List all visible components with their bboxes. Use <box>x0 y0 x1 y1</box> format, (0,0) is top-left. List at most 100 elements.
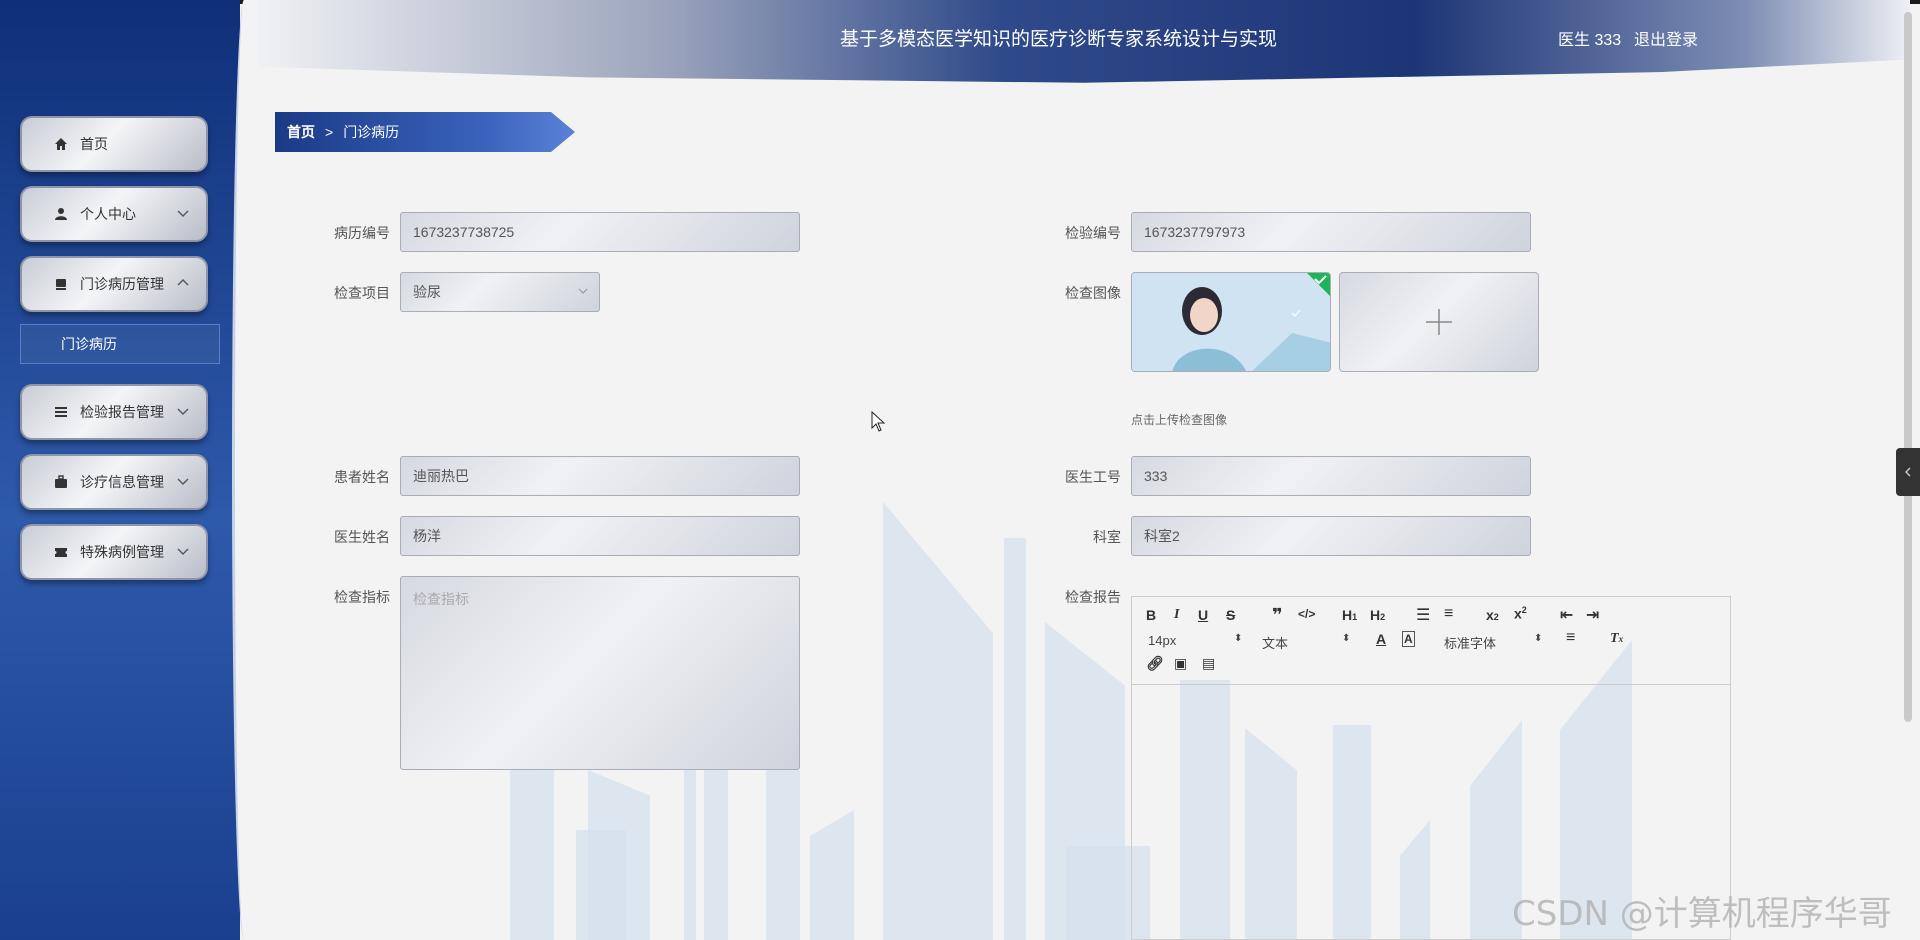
bg-building <box>588 770 650 940</box>
font-size-select[interactable]: 14px ⬍ <box>1148 633 1248 648</box>
breadcrumb-current: 门诊病历 <box>343 124 400 140</box>
sidebar-item-label: 特殊病例管理 <box>80 544 164 560</box>
link-icon[interactable]: 🔗︎ <box>1146 655 1164 672</box>
user-name: 医生 333 <box>1558 32 1622 49</box>
sidebar-item-label: 门诊病历管理 <box>80 276 164 292</box>
bullet-list-icon[interactable]: ≡ <box>1444 605 1453 623</box>
patient-name-field[interactable]: 迪丽热巴 <box>400 456 800 496</box>
chevron-down-icon <box>177 210 189 217</box>
upload-tip: 点击上传检查图像 <box>1131 413 1228 427</box>
record-icon <box>52 275 70 293</box>
portrait-image <box>1132 273 1330 371</box>
doctor-id-field[interactable]: 333 <box>1131 456 1531 496</box>
font-family-value: 标准字体 <box>1444 636 1497 651</box>
logout-link[interactable]: 退出登录 <box>1634 26 1698 50</box>
sidebar-item-profile[interactable]: 个人中心 <box>20 186 208 242</box>
sidebar-item-label: 个人中心 <box>80 206 136 222</box>
exam-no-field[interactable]: 1673237797973 <box>1131 212 1531 252</box>
user-icon <box>52 205 70 223</box>
exam-image-label: 检查图像 <box>1065 285 1121 301</box>
report-label: 检查报告 <box>1065 589 1121 605</box>
patient-label: 患者姓名 <box>334 469 390 485</box>
code-icon[interactable]: </> <box>1298 607 1315 621</box>
bg-building <box>684 760 696 940</box>
subscript-icon[interactable]: x2 <box>1486 607 1499 623</box>
select-arrows-icon: ⬍ <box>1234 633 1243 644</box>
sidebar: 首页 个人中心 门诊病历管理 门诊病历 检验报告管理 诊疗信息管理 特殊病例管理 <box>0 0 240 940</box>
list-icon <box>52 403 70 421</box>
doctor-id-label: 医生工号 <box>1065 469 1121 485</box>
chevron-down-icon <box>177 408 189 415</box>
outdent-icon[interactable]: ⇤ <box>1560 605 1573 625</box>
clear-format-icon[interactable]: Tx <box>1610 631 1623 647</box>
bg-building <box>766 770 800 940</box>
exam-image-thumbnail[interactable] <box>1131 272 1331 372</box>
exam-no-label: 检验编号 <box>1065 225 1121 241</box>
exam-item-label: 检查项目 <box>334 285 390 301</box>
breadcrumb-separator: > <box>325 124 334 140</box>
font-color-icon[interactable]: A <box>1376 631 1386 647</box>
sidebar-item-lab-reports[interactable]: 检验报告管理 <box>20 384 208 440</box>
sidebar-item-label: 首页 <box>80 136 108 152</box>
align-icon[interactable]: ≡ <box>1566 629 1575 647</box>
sidebar-item-special-cases[interactable]: 特殊病例管理 <box>20 524 208 580</box>
dept-field[interactable]: 科室2 <box>1131 516 1531 556</box>
dept-label: 科室 <box>1093 529 1121 545</box>
collapse-panel-button[interactable] <box>1896 448 1920 496</box>
editor-toolbar: B I U S ❞ </> H1 H2 ☰ ≡ x2 x2 ⇤ ⇥ 14px ⬍… <box>1132 597 1730 685</box>
image-icon[interactable]: ▣ <box>1174 655 1187 672</box>
indicator-textarea[interactable]: 检查指标 <box>400 576 800 770</box>
watermark: CSDN @计算机程序华哥 <box>1512 894 1892 934</box>
breadcrumb: 首页 > 门诊病历 <box>275 112 575 152</box>
sidebar-edge <box>232 0 262 940</box>
exam-item-select[interactable]: 验尿 <box>400 272 600 312</box>
exam-item-value: 验尿 <box>413 284 441 300</box>
heading2-icon[interactable]: H2 <box>1370 607 1385 623</box>
home-icon <box>52 135 70 153</box>
image-upload-button[interactable] <box>1339 272 1539 372</box>
video-icon[interactable]: ▤ <box>1202 655 1215 672</box>
bg-building <box>510 770 554 940</box>
block-type-select[interactable]: 文本 ⬍ <box>1262 633 1362 652</box>
sidebar-subitem-outpatient-record[interactable]: 门诊病历 <box>20 324 220 364</box>
chevron-down-icon <box>177 548 189 555</box>
doctor-name-field[interactable]: 杨洋 <box>400 516 800 556</box>
record-no-label: 病历编号 <box>334 225 390 241</box>
underline-icon[interactable]: U <box>1198 607 1208 623</box>
ordered-list-icon[interactable]: ☰ <box>1416 605 1430 625</box>
briefcase-icon <box>52 473 70 491</box>
background-color-icon[interactable]: A <box>1402 631 1415 647</box>
blockquote-icon[interactable]: ❞ <box>1272 605 1283 626</box>
bg-building <box>704 770 728 940</box>
bg-building <box>1004 538 1026 940</box>
superscript-icon[interactable]: x2 <box>1514 605 1527 622</box>
heading1-icon[interactable]: H1 <box>1342 607 1357 623</box>
indicator-label: 检查指标 <box>334 589 390 605</box>
chevron-down-icon <box>578 288 588 294</box>
ticket-icon <box>52 543 70 561</box>
indent-icon[interactable]: ⇥ <box>1586 605 1599 625</box>
sidebar-item-label: 检验报告管理 <box>80 404 164 420</box>
mouse-cursor-icon <box>871 411 886 432</box>
doctor-name-label: 医生姓名 <box>334 529 390 545</box>
select-arrows-icon: ⬍ <box>1342 633 1351 644</box>
bg-building <box>810 810 854 940</box>
bg-building <box>883 502 993 940</box>
sidebar-item-outpatient-records[interactable]: 门诊病历管理 <box>20 256 208 312</box>
italic-icon[interactable]: I <box>1174 607 1179 623</box>
plus-icon <box>1426 309 1452 335</box>
chevron-up-icon <box>177 279 189 286</box>
page-scrollbar[interactable] <box>1904 12 1912 722</box>
sidebar-item-label: 诊疗信息管理 <box>80 474 164 490</box>
chevron-down-icon <box>177 478 189 485</box>
app-title: 基于多模态医学知识的医疗诊断专家系统设计与实现 <box>840 28 1278 50</box>
record-no-field[interactable]: 1673237738725 <box>400 212 800 252</box>
breadcrumb-home[interactable]: 首页 <box>287 122 315 142</box>
sidebar-item-diagnosis-info[interactable]: 诊疗信息管理 <box>20 454 208 510</box>
select-arrows-icon: ⬍ <box>1534 633 1543 644</box>
sidebar-item-home[interactable]: 首页 <box>20 116 208 172</box>
chevron-left-icon <box>1905 467 1911 477</box>
bold-icon[interactable]: B <box>1146 607 1156 623</box>
font-family-select[interactable]: 标准字体 ⬍ <box>1444 633 1544 652</box>
strikethrough-icon[interactable]: S <box>1226 607 1235 623</box>
